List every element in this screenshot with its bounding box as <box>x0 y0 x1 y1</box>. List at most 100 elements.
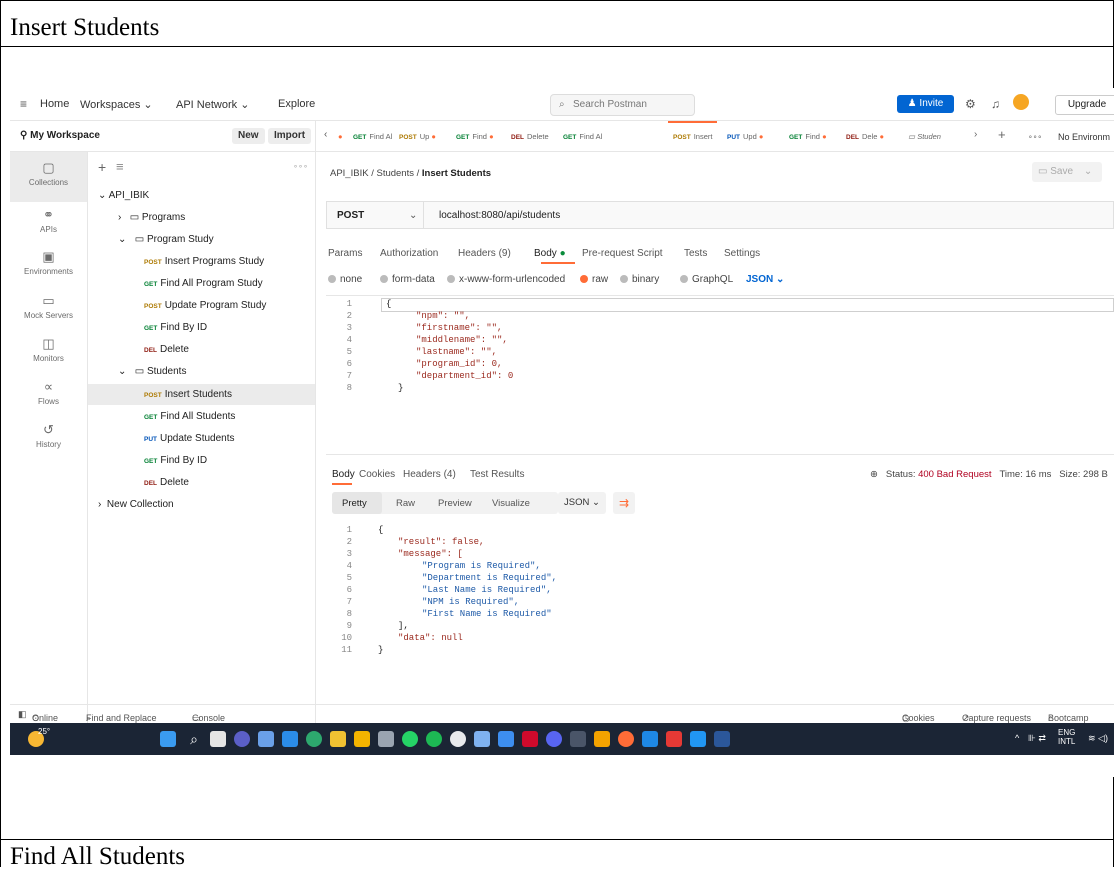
tree-item[interactable]: DEL Delete <box>144 477 189 488</box>
whatsapp-icon[interactable] <box>402 731 418 747</box>
tree-more-icon[interactable]: ∘∘∘ <box>293 162 308 171</box>
tab-9[interactable]: DEL Dele ● <box>846 132 884 141</box>
response-format-select[interactable]: JSON ⌄ <box>558 492 606 514</box>
menu-home[interactable]: Home <box>40 98 69 110</box>
tree-item[interactable]: GET Find All Program Study <box>144 278 263 289</box>
postman-icon[interactable] <box>618 731 634 747</box>
language-indicator[interactable]: ENG INTL <box>1058 728 1075 746</box>
start-icon[interactable] <box>160 731 176 747</box>
response-time[interactable]: Time: 16 ms <box>999 469 1051 480</box>
spotify-icon[interactable] <box>426 731 442 747</box>
terminal-icon[interactable] <box>570 731 586 747</box>
folder-students[interactable]: ⌄ ▭ Students <box>118 366 186 377</box>
radio-binary[interactable]: binary <box>620 274 659 285</box>
discord-icon[interactable] <box>546 731 562 747</box>
menu-explore[interactable]: Explore <box>278 98 315 110</box>
tree-item[interactable]: PUT Update Students <box>144 433 235 444</box>
tab-2[interactable]: POST Up ● <box>399 132 436 141</box>
tab-10[interactable]: ▭ Studen <box>908 132 941 141</box>
huawei-icon[interactable] <box>522 731 538 747</box>
chat-icon[interactable] <box>234 731 250 747</box>
vscode-icon[interactable] <box>282 731 298 747</box>
search-input[interactable]: ⌕ Search Postman <box>550 94 695 116</box>
tab-params[interactable]: Params <box>328 248 362 259</box>
radio-none[interactable]: none <box>328 274 362 285</box>
search-icon[interactable]: ⌕ <box>186 731 202 747</box>
radio-graphql[interactable]: GraphQL <box>680 274 733 285</box>
xampp-icon[interactable] <box>594 731 610 747</box>
filezilla-icon[interactable] <box>666 731 682 747</box>
rail-environments[interactable]: ▣ Environments <box>10 249 87 276</box>
import-button[interactable]: Import <box>268 128 312 144</box>
radio-raw[interactable]: raw <box>580 274 608 285</box>
task-view-icon[interactable] <box>210 731 226 747</box>
folder-programs[interactable]: › ▭ Programs <box>118 212 185 223</box>
save-button[interactable]: ▭ Save ⌄ <box>1032 162 1102 182</box>
format-pretty[interactable]: Pretty <box>342 498 367 509</box>
new-tab-icon[interactable]: + <box>998 127 1006 142</box>
resp-tab-body[interactable]: Body <box>332 469 355 480</box>
rail-apis[interactable]: ⚭ APIs <box>10 207 87 234</box>
menu-workspaces[interactable]: Workspaces ⌄ <box>80 98 153 111</box>
tree-item[interactable]: POST Update Program Study <box>144 300 266 311</box>
resp-tab-test-results[interactable]: Test Results <box>470 469 524 480</box>
tab-5[interactable]: GET Find Al <box>563 132 602 141</box>
breadcrumb-folder[interactable]: Students <box>376 168 414 179</box>
rail-history[interactable]: ↺ History <box>10 422 87 449</box>
tab-tests[interactable]: Tests <box>684 248 707 259</box>
upgrade-button[interactable]: Upgrade <box>1055 95 1114 115</box>
format-preview[interactable]: Preview <box>438 498 472 509</box>
rail-collections[interactable]: ▢ Collections <box>10 152 87 202</box>
workspace-name[interactable]: ⚲ My Workspace <box>20 130 100 141</box>
word-icon[interactable] <box>714 731 730 747</box>
rail-flows[interactable]: ∝ Flows <box>10 379 87 406</box>
tree-item[interactable]: GET Find By ID <box>144 455 207 466</box>
settings-gear-icon[interactable]: ⚙ <box>965 97 976 111</box>
tree-item-selected[interactable]: POST Insert Students <box>144 389 232 400</box>
tree-item[interactable]: DEL Delete <box>144 344 189 355</box>
weather-widget[interactable]: 25° <box>28 727 52 749</box>
tabs-scroll-left-icon[interactable]: ‹ <box>324 129 327 140</box>
breadcrumb-collection[interactable]: API_IBIK <box>330 168 369 179</box>
resp-tab-headers[interactable]: Headers (4) <box>403 469 456 480</box>
format-raw[interactable]: Raw <box>396 498 415 509</box>
status-code[interactable]: 400 Bad Request <box>918 469 991 480</box>
tab-6[interactable]: POST Insert <box>673 132 712 141</box>
tab-4[interactable]: DEL Delete <box>511 132 549 141</box>
sidebar-toggle-icon[interactable]: ◧ <box>18 709 27 720</box>
more-icon[interactable]: ∘∘∘ <box>1028 132 1042 141</box>
new-button[interactable]: New <box>232 128 265 144</box>
tab-8[interactable]: GET Find ● <box>789 132 827 141</box>
url-input[interactable]: localhost:8080/api/students <box>439 210 560 221</box>
tab-settings[interactable]: Settings <box>724 248 760 259</box>
add-collection-icon[interactable]: + <box>98 159 106 175</box>
chrome-icon[interactable] <box>450 731 466 747</box>
file-explorer-icon[interactable] <box>354 731 370 747</box>
chevron-down-icon[interactable]: ⌄ <box>409 210 417 221</box>
avatar[interactable] <box>1013 94 1029 110</box>
tab-3[interactable]: GET Find ● <box>456 132 494 141</box>
tabs-scroll-right-icon[interactable]: › <box>974 129 977 140</box>
rail-mock-servers[interactable]: ▭ Mock Servers <box>10 293 87 320</box>
tray-chevron-icon[interactable]: ^ <box>1015 733 1019 743</box>
wrap-lines-icon[interactable]: ⇉ <box>613 492 635 514</box>
tree-item[interactable]: POST Insert Programs Study <box>144 256 264 267</box>
tab-authorization[interactable]: Authorization <box>380 248 438 259</box>
format-visualize[interactable]: Visualize <box>492 498 530 509</box>
edge-icon[interactable] <box>306 731 322 747</box>
todo-icon[interactable] <box>498 731 514 747</box>
rail-monitors[interactable]: ◫ Monitors <box>10 336 87 363</box>
body-format-select[interactable]: JSON ⌄ <box>746 274 784 285</box>
method-select[interactable]: POST <box>337 210 364 221</box>
photos-icon[interactable] <box>474 731 490 747</box>
filter-icon[interactable]: ≡ <box>116 159 124 174</box>
tree-item[interactable]: GET Find All Students <box>144 411 235 422</box>
folder-program-study[interactable]: ⌄ ▭ Program Study <box>118 234 214 245</box>
tab-1[interactable]: GET Find Al <box>353 132 392 141</box>
wifi-volume-icon[interactable]: ≋ ◁) <box>1088 733 1108 744</box>
notepad-icon[interactable] <box>690 731 706 747</box>
store-icon[interactable] <box>330 731 346 747</box>
resp-tab-cookies[interactable]: Cookies <box>359 469 395 480</box>
response-size[interactable]: Size: 298 B <box>1059 469 1108 480</box>
tab-headers[interactable]: Headers (9) <box>458 248 511 259</box>
